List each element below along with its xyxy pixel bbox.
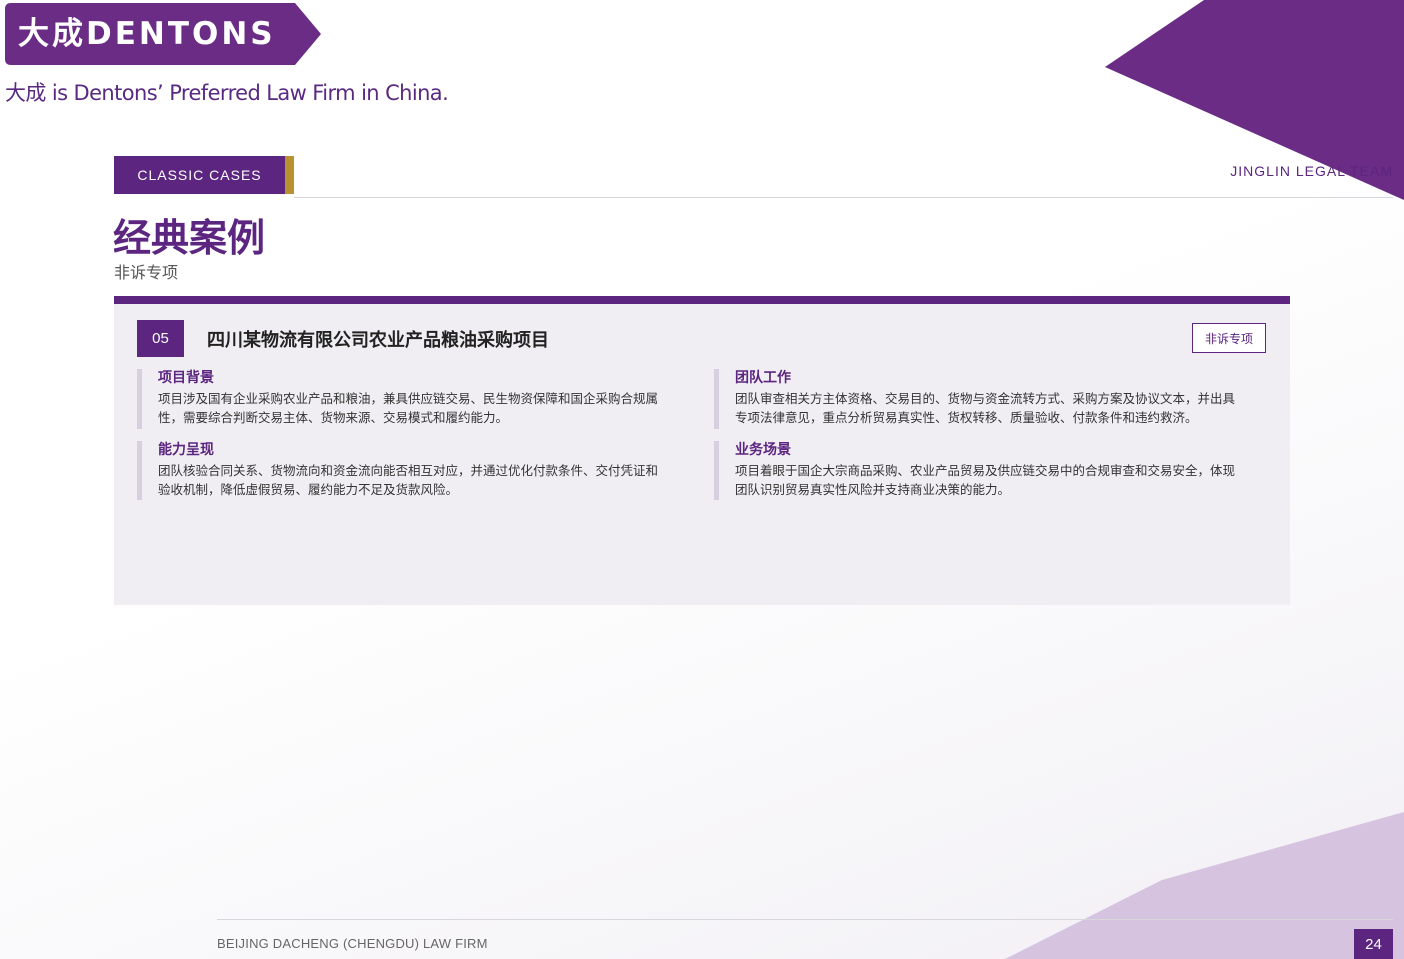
block-team-work: 团队工作 团队审查相关方主体资格、交易目的、货物与资金流转方式、采购方案及协议文… (714, 369, 1274, 429)
block-project-background: 项目背景 项目涉及国有企业采购农业产品和粮油，兼具供应链交易、民生物资保障和国企… (137, 369, 697, 429)
block-text-line: 团队核验合同关系、货物流向和资金流向能否相互对应，并通过优化付款条件、交付凭证和 (158, 464, 659, 478)
case-number: 05 (137, 320, 184, 357)
block-capability: 能力呈现 团队核验合同关系、货物流向和资金流向能否相互对应，并通过优化付款条件、… (137, 441, 697, 500)
block-business-scenario: 业务场景 项目着眼于国企大宗商品采购、农业产品贸易及供应链交易中的合规审查和交易… (714, 441, 1274, 500)
block-text: 项目涉及国有企业采购农业产品和粮油，兼具供应链交易、民生物资保障和国企采购合规属… (158, 390, 697, 428)
block-text-line: 项目着眼于国企大宗商品采购、农业产品贸易及供应链交易中的合规审查和交易安全，体现 (735, 464, 1236, 478)
section-tag: CLASSIC CASES (114, 156, 285, 194)
page-subtitle: 非诉专项 (114, 265, 179, 282)
block-text: 团队审查相关方主体资格、交易目的、货物与资金流转方式、采购方案及协议文本，并出具… (735, 390, 1274, 428)
brand-tagline: 大成 is Dentons’ Preferred Law Firm in Chi… (5, 81, 449, 105)
footer-firm-name: BEIJING DACHENG (CHENGDU) LAW FIRM (217, 936, 488, 951)
block-title: 团队工作 (735, 369, 791, 385)
case-title: 四川某物流有限公司农业产品粮油采购项目 (207, 330, 549, 351)
page-title: 经典案例 (113, 216, 266, 260)
block-text-line: 验收机制，降低虚假贸易、履约能力不足及货款风险。 (158, 483, 459, 497)
section-tag-accent (285, 156, 294, 194)
block-text-line: 团队审查相关方主体资格、交易目的、货物与资金流转方式、采购方案及协议文本，并出具 (735, 392, 1236, 406)
block-text: 团队核验合同关系、货物流向和资金流向能否相互对应，并通过优化付款条件、交付凭证和… (158, 462, 697, 500)
block-text-line: 性，需要综合判断交易主体、货物来源、交易模式和履约能力。 (158, 411, 509, 425)
block-text-line: 专项法律意见，重点分析贸易真实性、货权转移、质量验收、付款条件和违约救济。 (735, 411, 1198, 425)
team-label: JINGLIN LEGAL TEAM (1230, 163, 1393, 179)
block-text-line: 项目涉及国有企业采购农业产品和粮油，兼具供应链交易、民生物资保障和国企采购合规属 (158, 392, 659, 406)
logo-wordmark: 大成DENTONS (18, 16, 276, 52)
header-divider (294, 197, 1393, 198)
block-title: 能力呈现 (158, 441, 214, 457)
footer-divider (217, 919, 1393, 920)
block-title: 业务场景 (735, 441, 791, 457)
block-title: 项目背景 (158, 369, 214, 385)
block-text-line: 团队识别贸易真实性风险并支持商业决策的能力。 (735, 483, 1011, 497)
decorative-triangle-bottom (1005, 812, 1404, 959)
block-text: 项目着眼于国企大宗商品采购、农业产品贸易及供应链交易中的合规审查和交易安全，体现… (735, 462, 1274, 500)
case-category-badge: 非诉专项 (1192, 323, 1266, 353)
page-number: 24 (1354, 929, 1393, 959)
